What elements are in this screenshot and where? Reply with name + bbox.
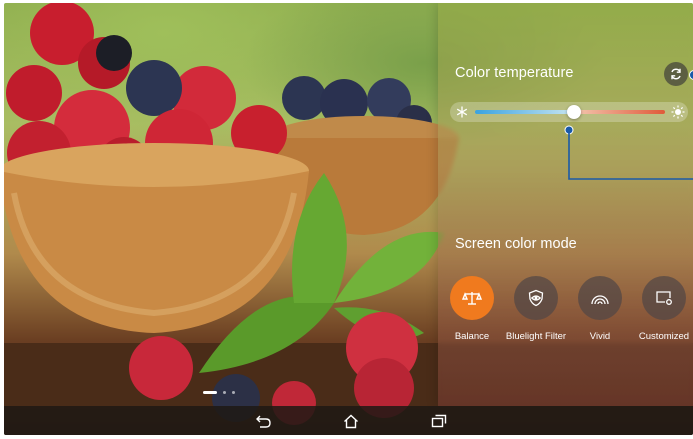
home-icon — [344, 414, 358, 428]
mode-balance-label: Balance — [454, 331, 490, 342]
page-indicator — [203, 391, 235, 394]
mode-bluelight-filter-label: Bluelight Filter — [505, 331, 567, 342]
color-settings-panel: Color temperature Screen color mode Bala… — [438, 3, 693, 406]
back-icon — [256, 415, 271, 428]
page-dot-active — [203, 391, 217, 394]
eye-shield-icon — [528, 289, 544, 307]
balance-scale-icon — [462, 292, 482, 305]
mode-balance-button[interactable] — [450, 276, 494, 320]
screen-color-mode-title: Screen color mode — [455, 236, 577, 252]
rainbow-icon — [591, 295, 609, 305]
page-dot — [232, 391, 235, 394]
device-screen: Color temperature Screen color mode Bala… — [4, 3, 693, 435]
home-button[interactable] — [340, 411, 362, 431]
navigation-bar — [4, 406, 693, 435]
recents-icon — [431, 414, 447, 428]
screen-settings-icon — [656, 291, 672, 305]
page-dot — [223, 391, 226, 394]
mode-customized-button[interactable] — [642, 276, 686, 320]
mode-vivid-button[interactable] — [578, 276, 622, 320]
callout-line — [564, 125, 693, 180]
recents-button[interactable] — [428, 411, 450, 431]
mode-bluelight-filter-button[interactable] — [514, 276, 558, 320]
back-button[interactable] — [253, 411, 275, 431]
mode-vivid-label: Vivid — [589, 331, 611, 342]
mode-customized-label: Customized — [638, 331, 690, 342]
